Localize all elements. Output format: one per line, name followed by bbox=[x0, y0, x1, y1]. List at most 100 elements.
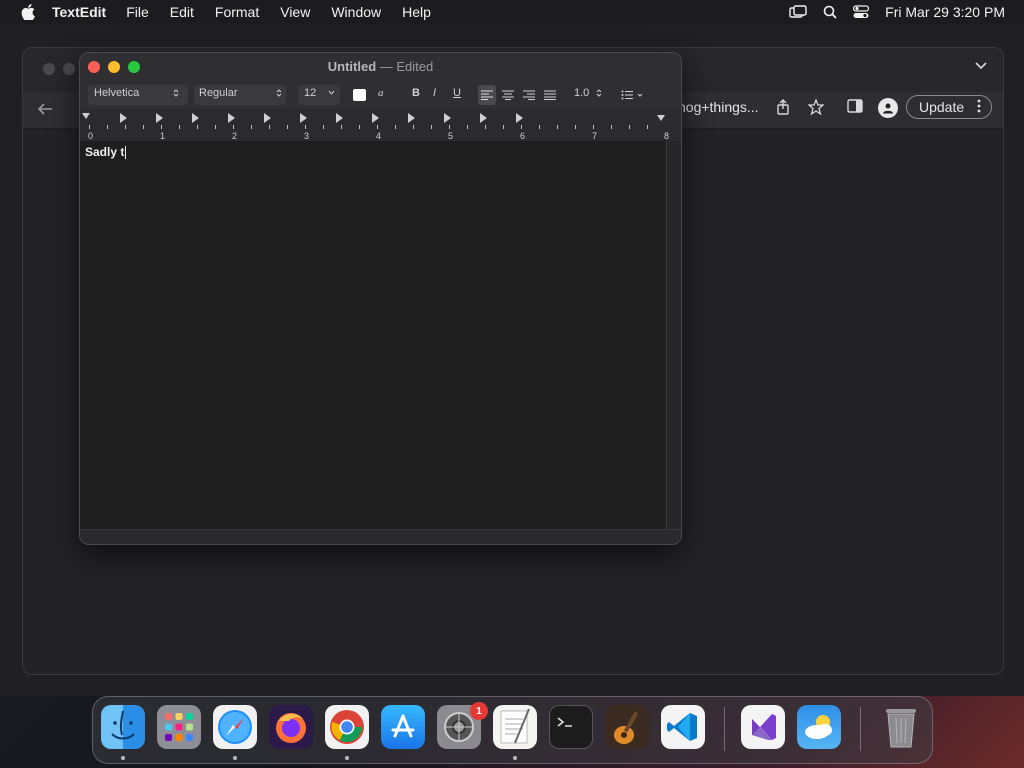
ruler-tick bbox=[125, 125, 126, 129]
line-spacing-updown-icon bbox=[596, 88, 602, 98]
dock-textedit-icon[interactable] bbox=[493, 705, 537, 749]
menu-help[interactable]: Help bbox=[402, 0, 431, 24]
dock-trash-icon[interactable] bbox=[879, 705, 923, 749]
dock-launchpad-icon[interactable] bbox=[157, 705, 201, 749]
highlight-color-icon[interactable]: a bbox=[378, 87, 384, 99]
apple-menu-icon[interactable] bbox=[18, 4, 38, 20]
dock-firefox-icon[interactable] bbox=[269, 705, 313, 749]
menu-bar: TextEdit File Edit Format View Window He… bbox=[0, 0, 1024, 24]
tab-stop[interactable] bbox=[300, 113, 307, 123]
document-text: Sadly t bbox=[85, 145, 125, 159]
tab-stop[interactable] bbox=[156, 113, 163, 123]
tab-stop[interactable] bbox=[192, 113, 199, 123]
dock-vscode-icon[interactable] bbox=[661, 705, 705, 749]
italic-button[interactable]: I bbox=[433, 87, 436, 99]
document-text-area[interactable]: Sadly t bbox=[80, 141, 666, 529]
dock-running-indicator bbox=[345, 756, 349, 760]
dock-garageband-icon[interactable] bbox=[605, 705, 649, 749]
window-title: Untitled — Edited bbox=[80, 59, 681, 74]
dock-app-store-icon[interactable] bbox=[381, 705, 425, 749]
bold-button[interactable]: B bbox=[412, 87, 420, 99]
menu-format[interactable]: Format bbox=[215, 0, 259, 24]
ruler-tick bbox=[215, 125, 216, 129]
justify-button[interactable] bbox=[544, 90, 556, 100]
first-line-indent-marker[interactable] bbox=[82, 113, 90, 119]
address-bar-text[interactable]: nog+things... bbox=[678, 99, 759, 115]
dock: 1 bbox=[92, 696, 933, 764]
share-icon[interactable] bbox=[776, 99, 790, 115]
font-family-updown-icon bbox=[173, 88, 179, 98]
update-button-label: Update bbox=[919, 99, 965, 115]
ruler-tick bbox=[575, 125, 576, 129]
tab-stop[interactable] bbox=[444, 113, 451, 123]
dock-chrome-icon[interactable] bbox=[325, 705, 369, 749]
ruler-tick bbox=[251, 125, 252, 129]
menu-app-name[interactable]: TextEdit bbox=[52, 0, 106, 24]
align-left-button[interactable] bbox=[478, 85, 496, 105]
dock-finder-icon[interactable] bbox=[101, 705, 145, 749]
screen-mirroring-icon[interactable] bbox=[789, 5, 807, 19]
align-center-button[interactable] bbox=[502, 90, 514, 100]
ruler-tick bbox=[539, 125, 540, 129]
ruler-label: 6 bbox=[520, 131, 526, 141]
bookmark-star-icon[interactable] bbox=[808, 99, 824, 115]
tab-stop[interactable] bbox=[372, 113, 379, 123]
menu-window[interactable]: Window bbox=[331, 0, 381, 24]
ruler-tick bbox=[323, 125, 324, 129]
spotlight-search-icon[interactable] bbox=[823, 5, 837, 19]
profile-avatar-icon[interactable] bbox=[878, 98, 898, 118]
textedit-titlebar: Untitled — Edited bbox=[80, 53, 681, 81]
ruler-tick bbox=[179, 125, 180, 129]
list-bullets-icon[interactable] bbox=[621, 90, 643, 100]
right-margin-marker[interactable] bbox=[657, 115, 665, 121]
tab-stop[interactable] bbox=[336, 113, 343, 123]
align-right-button[interactable] bbox=[523, 90, 535, 100]
browser-minimize-dot[interactable] bbox=[63, 63, 75, 75]
ruler-tick bbox=[89, 125, 90, 129]
dock-running-indicator bbox=[121, 756, 125, 760]
ruler-tick bbox=[143, 125, 144, 129]
ruler-label: 3 bbox=[304, 131, 310, 141]
window-bottom-edge bbox=[80, 529, 681, 544]
ruler-label: 1 bbox=[160, 131, 166, 141]
dock-visual-studio-icon[interactable] bbox=[741, 705, 785, 749]
browser-close-dot[interactable] bbox=[43, 63, 55, 75]
dock-weather-icon[interactable] bbox=[797, 705, 841, 749]
ruler[interactable]: 0 1 2 3 4 5 6 7 8 bbox=[80, 109, 681, 142]
update-button[interactable]: Update bbox=[906, 95, 992, 119]
ruler-tick bbox=[287, 125, 288, 129]
menu-file[interactable]: File bbox=[126, 0, 149, 24]
more-menu-icon[interactable] bbox=[977, 99, 981, 113]
menu-view[interactable]: View bbox=[280, 0, 310, 24]
dock-terminal-icon[interactable] bbox=[549, 705, 593, 749]
text-color-well[interactable] bbox=[353, 89, 366, 101]
ruler-tick bbox=[629, 125, 630, 129]
tab-stop[interactable] bbox=[408, 113, 415, 123]
tab-stop[interactable] bbox=[228, 113, 235, 123]
tab-stop[interactable] bbox=[480, 113, 487, 123]
ruler-tick bbox=[431, 125, 432, 129]
vertical-scrollbar[interactable] bbox=[666, 141, 681, 529]
textedit-window: Untitled — Edited Helvetica Regular 12 a… bbox=[79, 52, 682, 545]
dock-separator bbox=[860, 707, 861, 751]
font-size-chevron-icon bbox=[328, 90, 335, 95]
tab-stop[interactable] bbox=[264, 113, 271, 123]
back-arrow-icon[interactable] bbox=[37, 102, 53, 116]
menu-edit[interactable]: Edit bbox=[170, 0, 194, 24]
dock-separator bbox=[724, 707, 725, 751]
dock-safari-icon[interactable] bbox=[213, 705, 257, 749]
ruler-label: 8 bbox=[664, 131, 670, 141]
format-toolbar: Helvetica Regular 12 a B I U 1.0 bbox=[80, 81, 681, 109]
side-panel-icon[interactable] bbox=[847, 99, 863, 113]
line-spacing-value[interactable]: 1.0 bbox=[574, 87, 589, 99]
control-center-icon[interactable] bbox=[853, 5, 870, 19]
ruler-tick bbox=[305, 125, 306, 129]
tab-stop[interactable] bbox=[120, 113, 127, 123]
tab-search-chevron-icon[interactable] bbox=[975, 62, 987, 70]
underline-button[interactable]: U bbox=[453, 87, 461, 99]
menu-bar-clock[interactable]: Fri Mar 29 3:20 PM bbox=[885, 4, 1005, 20]
tab-stop[interactable] bbox=[516, 113, 523, 123]
ruler-tick bbox=[341, 125, 342, 129]
font-style-updown-icon bbox=[276, 88, 282, 98]
ruler-tick bbox=[161, 125, 162, 129]
